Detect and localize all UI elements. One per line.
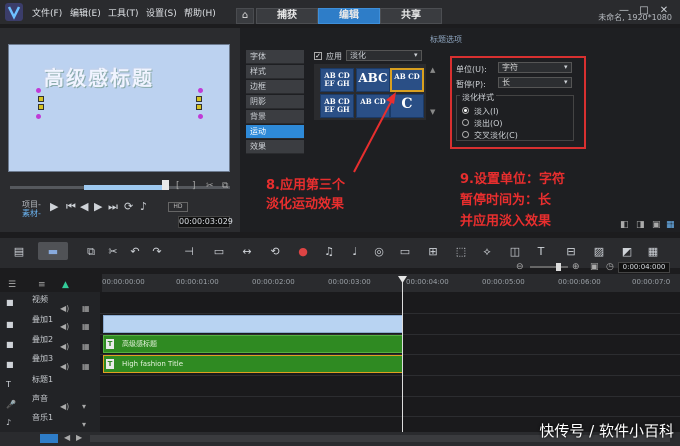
ruler-tick: 00:00:06:00 — [558, 278, 601, 286]
playhead[interactable] — [402, 278, 403, 438]
track-name-overlay1: 叠加1 — [32, 315, 54, 324]
export-icon[interactable]: ▦ — [646, 245, 660, 259]
track-volume-icon[interactable]: ◀) — [60, 402, 69, 411]
ruler-tick: 00:00:07:0 — [632, 278, 671, 286]
color-icon[interactable]: ▨ — [592, 245, 606, 259]
step8-line1: 8.应用第三个 — [266, 178, 345, 193]
track-volume-icon[interactable]: ◀) — [60, 304, 69, 313]
track-divider — [100, 313, 680, 314]
track-menu-icon[interactable]: ≡ — [38, 280, 46, 290]
speed-icon[interactable]: ◩ — [620, 245, 634, 259]
title-track-icon: T — [6, 380, 11, 389]
motion-track-icon[interactable]: ◎ — [372, 245, 386, 259]
clock-icon: ◷ — [606, 262, 614, 272]
step9-line1: 9.设置单位：字符 — [460, 172, 565, 187]
overlay3-title-clip[interactable]: T High fashion Title — [103, 355, 403, 373]
mask-icon[interactable]: ◫ — [508, 245, 522, 259]
stop-motion-icon[interactable]: ⟡ — [480, 245, 494, 259]
subtitle-icon[interactable]: ▭ — [212, 245, 226, 259]
sound-mixer-icon[interactable]: ♫ — [322, 245, 336, 259]
zoom-slider[interactable] — [530, 266, 568, 268]
ruler-tick: 00:00:04:00 — [406, 278, 449, 286]
watermark: 快传号 / 软件小百科 — [539, 422, 674, 440]
zoom-out-icon[interactable]: ⊖ — [516, 262, 524, 272]
ruler-tick: 00:00:01:00 — [176, 278, 219, 286]
overlay-track-icon: ■ — [6, 340, 14, 349]
video-track-icon: ■ — [6, 298, 14, 307]
track-divider — [100, 375, 680, 376]
speech-icon[interactable]: ⬚ — [454, 245, 468, 259]
step8-line2: 淡化运动效果 — [266, 197, 345, 212]
ruler-tick: 00:00:03:00 — [328, 278, 371, 286]
split-audio-icon[interactable]: ⊣ — [182, 245, 196, 259]
overlay-track-icon: ■ — [6, 360, 14, 369]
overlay-track-icon: ■ — [6, 320, 14, 329]
split-screen-icon[interactable]: ⊟ — [564, 245, 578, 259]
add-track-icon[interactable]: ▲ — [62, 280, 69, 290]
clip-label: High fashion Title — [122, 360, 184, 368]
track-list-icon[interactable]: ☰ — [8, 280, 16, 290]
title-clip-icon: T — [106, 339, 114, 349]
chevron-down-icon[interactable]: ▾ — [82, 402, 86, 411]
subtitle-editor-icon[interactable]: ▭ — [398, 245, 412, 259]
track-divider — [100, 416, 680, 417]
overlay2-title-clip[interactable]: T 高级感标题 — [103, 335, 403, 353]
ruler-tick: 00:00:00:00 — [102, 278, 145, 286]
track-name-title1: 标题1 — [32, 375, 54, 384]
track-name-overlay2: 叠加2 — [32, 335, 54, 344]
step9-line3: 并应用淡入效果 — [460, 214, 552, 229]
timeline-scroll-thumb[interactable] — [40, 434, 58, 443]
zoom-slider-handle[interactable] — [556, 263, 561, 271]
track-divider — [100, 396, 680, 397]
track-name-video: 视频 — [32, 295, 48, 304]
rotate-icon[interactable]: ⟲ — [268, 245, 282, 259]
redo-icon[interactable]: ↷ — [150, 245, 164, 259]
motion-icon[interactable]: ↔ — [240, 245, 254, 259]
track-grid-icon[interactable]: ▦ — [82, 362, 90, 371]
undo-icon[interactable]: ↶ — [128, 245, 142, 259]
track-volume-icon[interactable]: ◀) — [60, 362, 69, 371]
step9-line2: 暂停时间为：长 — [460, 193, 552, 208]
ruler-tick: 00:00:05:00 — [482, 278, 525, 286]
text-icon[interactable]: T — [534, 245, 548, 259]
fit-project-icon[interactable]: ▣ — [590, 262, 599, 272]
track-volume-icon[interactable]: ◀) — [60, 342, 69, 351]
track-grid-icon[interactable]: ▦ — [82, 342, 90, 351]
zoom-in-icon[interactable]: ⊕ — [572, 262, 580, 272]
tools-icon[interactable]: ✂ — [106, 245, 120, 259]
overlay1-clip[interactable] — [103, 315, 403, 333]
voice-track-icon: 🎤 — [6, 400, 16, 409]
track-volume-icon[interactable]: ◀) — [60, 322, 69, 331]
multicam-icon[interactable]: ⊞ — [426, 245, 440, 259]
option-icon[interactable]: ◧ — [620, 220, 629, 230]
option-icon[interactable]: ◨ — [636, 220, 645, 230]
timeline-view-icon: ▬ — [47, 245, 59, 258]
project-duration: 0:00:04:000 — [618, 262, 670, 273]
track-manager-icon[interactable]: ⧉ — [84, 245, 98, 259]
scroll-right-icon[interactable]: ▶ — [76, 433, 82, 442]
clip-label: 高级感标题 — [122, 340, 157, 348]
option-icon[interactable]: ▦ — [666, 220, 675, 230]
music-track-icon: ♪ — [6, 418, 12, 427]
auto-music-icon[interactable]: ♩ — [348, 245, 362, 259]
track-grid-icon[interactable]: ▦ — [82, 304, 90, 313]
chevron-down-icon[interactable]: ▾ — [82, 420, 86, 429]
track-name-music1: 音乐1 — [32, 413, 54, 422]
title-clip-icon: T — [106, 359, 114, 369]
track-name-overlay3: 叠加3 — [32, 354, 54, 363]
option-icon[interactable]: ▣ — [652, 220, 661, 230]
storyboard-view-icon[interactable]: ▤ — [12, 245, 26, 259]
scroll-left-icon[interactable]: ◀ — [64, 433, 70, 442]
record-icon[interactable]: ● — [296, 245, 310, 259]
track-grid-icon[interactable]: ▦ — [82, 322, 90, 331]
track-name-voice: 声音 — [32, 394, 48, 403]
ruler-tick: 00:00:02:00 — [252, 278, 295, 286]
